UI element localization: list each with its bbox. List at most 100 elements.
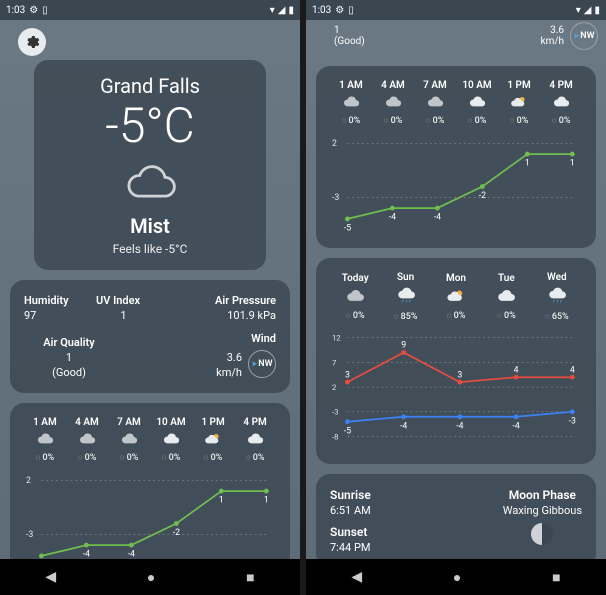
hourly-card: 1 AM◌ 0% 4 AM◌ 0% 7 AM◌ 0% 10 AM◌ 0% 1 P… (10, 403, 290, 559)
stats-header-partial: 1 (Good) 3.6 km/h ➤ NW (306, 20, 606, 56)
daily-header: Today◌ 0% Sun◌ 85% Mon◌ 0% Tue◌ 0% Wed◌ … (330, 272, 582, 322)
android-nav-bar: ◀ ● ■ (306, 559, 606, 595)
moon-label: Moon Phase (503, 488, 582, 502)
cloud-icon (234, 432, 276, 449)
day-name: Mon (431, 273, 481, 284)
day-precip: 85% (401, 312, 418, 322)
svg-text:-8: -8 (332, 432, 339, 441)
pressure-label: Air Pressure (215, 294, 276, 307)
back-button[interactable]: ◀ (351, 569, 362, 585)
cloud-icon (540, 95, 582, 112)
svg-text:1: 1 (570, 159, 575, 169)
svg-text:-5: -5 (344, 224, 351, 234)
cloud-icon (108, 432, 150, 449)
day-name: Wed (532, 272, 582, 283)
moon-value: Waxing Gibbous (503, 504, 582, 517)
status-time: 1:03 (6, 5, 25, 16)
hour-time: 1 PM (498, 80, 540, 91)
compass-arrow-icon: ➤ (573, 32, 579, 40)
day-precip: 0% (454, 311, 466, 321)
svg-text:2: 2 (332, 139, 337, 149)
svg-text:-3: -3 (332, 193, 339, 203)
wind-dir: NW (580, 31, 594, 41)
hour-precip: 0% (211, 453, 223, 463)
hour-precip: 0% (253, 453, 265, 463)
cloud-icon (372, 95, 414, 112)
current-weather-card: Grand Falls -5°C Mist Feels like -5°C (34, 60, 266, 270)
daily-chart: 1272-3-839344-5-4-4-4-3 (330, 330, 582, 450)
humidity-value: 97 (24, 309, 84, 322)
day-precip: 0% (353, 311, 365, 321)
day-name: Sun (380, 272, 430, 283)
drop-icon: ◌ (36, 453, 41, 462)
hour-time: 10 AM (456, 80, 498, 91)
hour-precip: 0% (43, 453, 55, 463)
hour-time: 4 AM (372, 80, 414, 91)
card-icon: ▯ (348, 5, 354, 16)
wind-direction-badge: ➤ NW (570, 22, 598, 50)
daily-card: Today◌ 0% Sun◌ 85% Mon◌ 0% Tue◌ 0% Wed◌ … (316, 258, 596, 464)
battery-icon: ▮ (288, 5, 294, 16)
sunset-value: 7:44 PM (330, 541, 371, 554)
day-name: Tue (481, 273, 531, 284)
hour-time: 4 AM (66, 417, 108, 428)
svg-text:-2: -2 (479, 191, 486, 201)
drop-icon: ◌ (78, 453, 83, 462)
moon-phase-icon (531, 523, 553, 545)
recents-button[interactable]: ■ (552, 569, 560, 586)
aq-note: (Good) (334, 36, 384, 47)
hour-time: 10 AM (150, 417, 192, 428)
wind-direction-badge: ➤ NW (248, 350, 276, 378)
svg-text:3: 3 (345, 370, 350, 380)
pressure-value: 101.9 kPa (215, 309, 276, 322)
feels-like: Feels like -5°C (48, 242, 252, 256)
aq-label: Air Quality (24, 336, 114, 349)
home-button[interactable]: ● (453, 569, 461, 586)
uv-value: 1 (96, 309, 151, 322)
svg-text:-2: -2 (173, 528, 180, 538)
wind-speed: 3.6 (216, 351, 242, 364)
cloud-icon (66, 432, 108, 449)
cloud-icon (150, 432, 192, 449)
svg-text:-4: -4 (456, 421, 463, 431)
wind-dir: NW (258, 359, 272, 369)
cloud-icon (330, 95, 372, 112)
settings-button[interactable] (18, 28, 46, 56)
hour-precip: 0% (349, 116, 361, 126)
phone-screen-2: 1:03 ⚙ ▯ ▾ ◢ ▮ 1 (Good) 3.6 km/h ➤ NW (306, 0, 606, 595)
wifi-icon: ▾ (270, 5, 275, 16)
svg-text:1: 1 (525, 159, 530, 169)
screen-content[interactable]: 1 AM◌ 0% 4 AM◌ 0% 7 AM◌ 0% 10 AM◌ 0% 1 P… (306, 56, 606, 559)
partly-sunny-icon (498, 95, 540, 112)
status-bar: 1:03 ⚙ ▯ ▾ ◢ ▮ (306, 0, 606, 20)
recents-button[interactable]: ■ (246, 569, 254, 586)
partly-sunny-icon (431, 288, 481, 307)
day-name: Today (330, 273, 380, 284)
hour-time: 1 AM (24, 417, 66, 428)
cloud-icon (456, 95, 498, 112)
wind-unit: km/h (216, 366, 242, 379)
home-button[interactable]: ● (147, 569, 155, 586)
back-button[interactable]: ◀ (45, 569, 56, 585)
svg-text:4: 4 (514, 365, 519, 375)
svg-text:-4: -4 (512, 421, 519, 431)
svg-text:9: 9 (401, 341, 406, 351)
cloud-icon (24, 432, 66, 449)
hourly-chart: 2-3-5-4-4-211 (330, 134, 582, 234)
wind-label: Wind (216, 332, 276, 345)
sunrise-label: Sunrise (330, 488, 371, 502)
cloud-icon (48, 162, 252, 208)
svg-text:-4: -4 (128, 550, 135, 559)
hourly-header: 1 AM◌ 0% 4 AM◌ 0% 7 AM◌ 0% 10 AM◌ 0% 1 P… (330, 80, 582, 126)
hour-time: 4 PM (234, 417, 276, 428)
screen-content[interactable]: Grand Falls -5°C Mist Feels like -5°C Hu… (0, 20, 300, 559)
svg-text:-3: -3 (569, 416, 576, 426)
sunset-label: Sunset (330, 525, 371, 539)
hour-precip: 0% (559, 116, 571, 126)
partly-sunny-icon (192, 432, 234, 449)
astro-card: Sunrise 6:51 AM Sunset 7:44 PM Moon Phas… (316, 474, 596, 559)
svg-text:12: 12 (332, 334, 341, 343)
svg-text:7: 7 (332, 358, 337, 367)
wind-unit: km/h (541, 36, 564, 47)
svg-text:1: 1 (219, 496, 224, 506)
